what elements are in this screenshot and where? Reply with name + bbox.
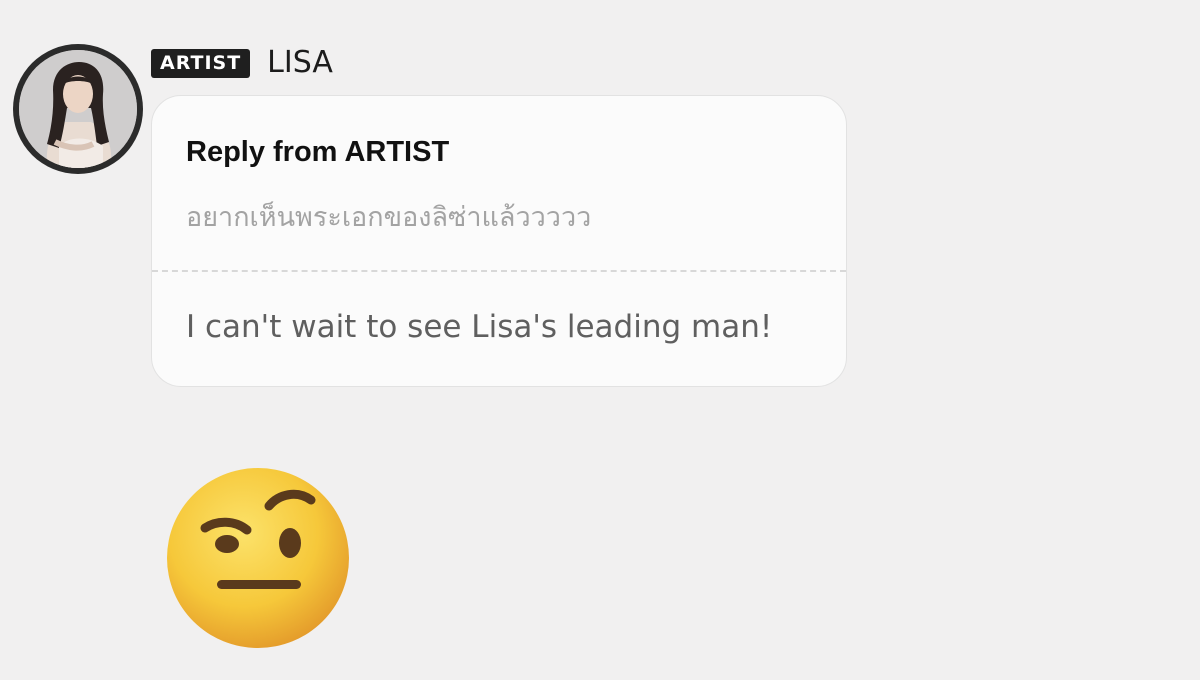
translated-message-text: I can't wait to see Lisa's leading man!: [186, 309, 773, 345]
raised-eyebrow-emoji-icon[interactable]: [165, 466, 351, 650]
original-message-text: อยากเห็นพระเอกของลิซ่าแล้ววววว: [186, 202, 592, 233]
author-row: ARTIST LISA: [151, 46, 333, 80]
avatar-photo: [19, 50, 137, 168]
avatar[interactable]: [13, 44, 143, 174]
translation-divider: [152, 270, 846, 272]
reply-bubble[interactable]: Reply from ARTIST อยากเห็นพระเอกของลิซ่า…: [151, 95, 847, 387]
avatar-photo-icon: [19, 50, 137, 168]
author-name[interactable]: LISA: [267, 46, 333, 80]
artist-badge: ARTIST: [151, 48, 251, 78]
reply-header: Reply from ARTIST: [186, 136, 450, 168]
